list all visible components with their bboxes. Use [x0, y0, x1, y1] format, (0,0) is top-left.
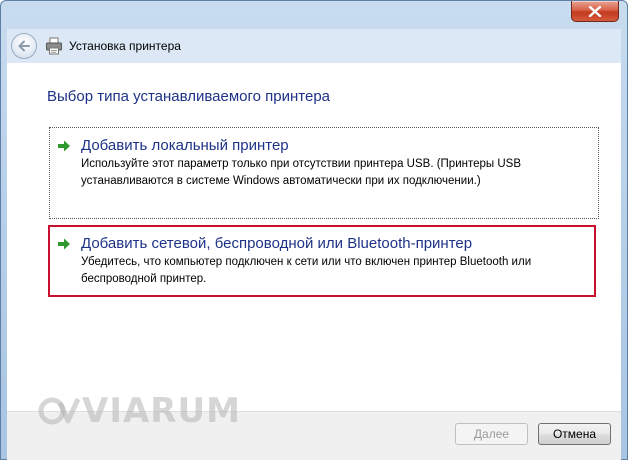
next-button[interactable]: Далее — [455, 423, 528, 445]
green-arrow-icon — [58, 238, 70, 250]
add-local-printer-option[interactable]: Добавить локальный принтер Используйте э… — [49, 127, 599, 219]
wizard-content: Выбор типа устанавливаемого принтера Доб… — [7, 63, 621, 411]
cancel-button[interactable]: Отмена — [538, 423, 611, 445]
option-description: Убедитесь, что компьютер подключен к сет… — [81, 256, 532, 285]
option-description: Используйте этот параметр только при отс… — [81, 158, 522, 187]
option-title: Добавить сетевой, беспроводной или Bluet… — [81, 235, 473, 252]
option-title: Добавить локальный принтер — [81, 137, 289, 154]
window-title: Установка принтера — [69, 39, 181, 53]
back-arrow-icon — [18, 40, 30, 52]
add-network-printer-option[interactable]: Добавить сетевой, беспроводной или Bluet… — [48, 225, 596, 297]
close-button[interactable] — [571, 1, 619, 22]
navigation-bar: Установка принтера — [7, 29, 621, 64]
page-heading: Выбор типа устанавливаемого принтера — [47, 88, 331, 105]
watermark-logo — [38, 397, 81, 425]
printer-icon — [46, 37, 62, 55]
back-button[interactable] — [11, 33, 37, 59]
close-icon — [588, 6, 602, 17]
title-bar — [1, 1, 627, 29]
green-arrow-icon — [58, 140, 70, 152]
